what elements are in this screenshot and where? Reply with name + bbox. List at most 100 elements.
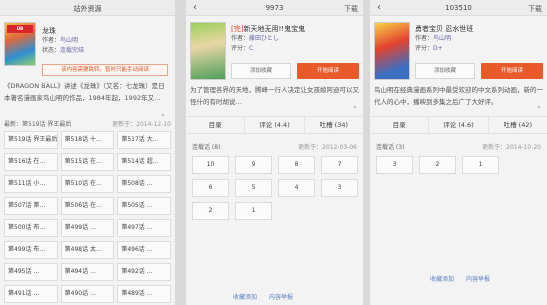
chapter-button[interactable]: 第490话 … — [60, 285, 115, 303]
chapter-button[interactable]: 第496话 … — [117, 241, 171, 259]
page-title: 9973 — [265, 4, 284, 12]
author-link[interactable]: 鸟山明 — [60, 37, 78, 44]
status-value: 连载完结 — [60, 47, 85, 54]
footer-links: 收藏添加 内容举报 — [430, 274, 500, 283]
start-reading-button[interactable]: 开始阅读 — [481, 63, 543, 79]
chapter-button[interactable]: 第507话 第… — [4, 197, 58, 215]
add-to-favorites-link[interactable]: 收藏添加 — [430, 276, 454, 283]
chapter-button[interactable]: 2 — [192, 202, 229, 220]
page-title: 站外资源 — [73, 5, 102, 13]
chevron-down-icon[interactable]: ⌄ — [352, 102, 358, 110]
chapter-button[interactable]: 7 — [321, 156, 358, 174]
chapter-button[interactable]: 3 — [321, 179, 358, 197]
rating-label: 评分： — [415, 45, 434, 52]
author-label: 作者： — [42, 37, 61, 44]
chapter-button[interactable]: 第497话 … — [117, 219, 171, 237]
footer-links: 收藏添加 内容举报 — [233, 292, 303, 301]
tab-bar: 目录 评论 (4.4) 吐槽 (34) — [186, 116, 363, 134]
add-favorite-button[interactable]: 添加收藏 — [415, 63, 475, 79]
chapter-button[interactable]: 5 — [235, 179, 272, 197]
tab-contents[interactable]: 目录 — [370, 117, 430, 133]
latest-label: 最新：第519话 界王最后 — [4, 121, 72, 128]
chapter-button[interactable]: 4 — [278, 179, 315, 197]
rating-value: C — [249, 45, 254, 52]
tab-comments[interactable]: 吐槽 (42) — [489, 117, 547, 133]
top-bar: 站外资源 — [0, 0, 175, 16]
chapter-grid: 3 2 1 — [376, 156, 542, 174]
chapter-button[interactable]: 第506话 在… — [60, 197, 115, 215]
manga-cover[interactable]: DB — [4, 22, 36, 66]
chapter-button[interactable]: 第514话 超… — [117, 153, 171, 171]
chapter-count: 连载话 (3) — [376, 144, 405, 151]
manga-title: 新天地无用!!鬼宝鬼 — [243, 25, 306, 33]
update-date: 2014-12-10 — [136, 121, 171, 128]
date-label: 更新于： — [482, 144, 507, 151]
chapter-button[interactable]: 第494话 … — [60, 263, 115, 281]
author-link[interactable]: 藤田ひとし — [249, 35, 279, 42]
chapter-button[interactable]: 第491话 … — [4, 285, 58, 303]
chapter-button[interactable]: 第518话 十… — [60, 131, 115, 149]
tab-comments[interactable]: 吐槽 (34) — [305, 117, 363, 133]
chapter-button[interactable]: 第499话 … — [60, 219, 115, 237]
author-label: 作者： — [415, 35, 434, 42]
redirect-notice: 该内容需要跳转，暂时只能手动阅读 — [42, 64, 168, 76]
report-content-link[interactable]: 内容举报 — [466, 276, 490, 283]
chapter-button[interactable]: 第510话 在… — [60, 175, 115, 193]
download-button[interactable]: 下载 — [344, 4, 358, 14]
chapter-section-header: 连载话 (8) 更新于：2012-03-06 — [192, 142, 357, 151]
chapter-button[interactable]: 第499话 布… — [4, 241, 58, 259]
download-button[interactable]: 下载 — [528, 4, 542, 14]
top-bar: ‹ 9973 下载 — [186, 0, 363, 16]
screens: 站外资源 DB 龙珠 作者：鸟山明 状态：连载完结 该内容需要跳转，暂时只能手动… — [0, 0, 547, 305]
manga-info: 龙珠 作者：鸟山明 状态：连载完结 — [42, 26, 170, 56]
chapter-button[interactable]: 第505话 … — [117, 197, 171, 215]
add-to-favorites-link[interactable]: 收藏添加 — [233, 294, 257, 301]
back-arrow-icon[interactable]: ‹ — [190, 2, 200, 14]
report-content-link[interactable]: 内容举报 — [269, 294, 293, 301]
date-label: 更新于： — [298, 144, 323, 151]
chapter-button[interactable]: 9 — [235, 156, 272, 174]
chevron-down-icon[interactable]: ⌄ — [536, 102, 542, 110]
manga-cover[interactable] — [374, 22, 410, 80]
start-reading-button[interactable]: 开始阅读 — [297, 63, 359, 79]
tab-reviews[interactable]: 评论 (4.6) — [429, 117, 489, 133]
chapter-button[interactable]: 第517话 大… — [117, 131, 171, 149]
chapter-button[interactable]: 第495话 … — [4, 263, 58, 281]
chevron-down-icon[interactable]: ⌄ — [160, 110, 166, 118]
manga-description: 《DRAGON BALL》讲述《龙珠》（又名：七龙珠）是日本著名漫画家鸟山明的作… — [4, 82, 165, 102]
chapter-button[interactable]: 3 — [376, 156, 413, 174]
author-link[interactable]: 鸟山明 — [433, 35, 451, 42]
chapter-button[interactable]: 第511话 小… — [4, 175, 58, 193]
chapter-button[interactable]: 第508话 … — [117, 175, 171, 193]
chapter-button[interactable]: 6 — [192, 179, 229, 197]
chapter-button[interactable]: 第519话 界王最后 — [4, 131, 58, 149]
chapter-button[interactable]: 第500话 布… — [4, 219, 58, 237]
manga-info: [完]新天地无用!!鬼宝鬼 作者：藤田ひとし 评分：C — [231, 24, 359, 54]
manga-description: 鸟山明在经典漫画系列中最受欢迎的中文系列动画，新的一代人的心中，播映到多集之后广… — [374, 86, 543, 106]
chapter-button[interactable]: 2 — [419, 156, 456, 174]
chapter-button[interactable]: 第489话 … — [117, 285, 171, 303]
manga-cover[interactable] — [190, 22, 226, 80]
screen-manga-detail-103510: ‹ 103510 下载 勇者宝贝 忍水世班 作者：鸟山明 评分：D+ 添加收藏 … — [370, 0, 547, 305]
rating-label: 评分： — [231, 45, 250, 52]
completed-tag: [完] — [231, 25, 244, 33]
chapter-button[interactable]: 1 — [235, 202, 272, 220]
manga-info: 勇者宝贝 忍水世班 作者：鸟山明 评分：D+ — [415, 24, 543, 54]
chapter-button[interactable]: 1 — [462, 156, 499, 174]
author-label: 作者： — [231, 35, 250, 42]
top-bar: ‹ 103510 下载 — [370, 0, 547, 16]
chapter-button[interactable]: 第515话 在… — [60, 153, 115, 171]
chapter-button[interactable]: 10 — [192, 156, 229, 174]
tab-contents[interactable]: 目录 — [186, 117, 246, 133]
chapter-button[interactable]: 8 — [278, 156, 315, 174]
manga-title: 勇者宝贝 忍水世班 — [415, 25, 474, 33]
back-arrow-icon[interactable]: ‹ — [374, 2, 384, 14]
add-favorite-button[interactable]: 添加收藏 — [231, 63, 291, 79]
chapter-button[interactable]: 第498话 太… — [60, 241, 115, 259]
chapter-button[interactable]: 第492话 … — [117, 263, 171, 281]
screen-external-resource: 站外资源 DB 龙珠 作者：鸟山明 状态：连载完结 该内容需要跳转，暂时只能手动… — [0, 0, 175, 305]
tab-reviews[interactable]: 评论 (4.4) — [245, 117, 305, 133]
cover-logo: DB — [7, 25, 33, 33]
rating-value: D+ — [433, 45, 443, 52]
chapter-button[interactable]: 第516话 在… — [4, 153, 58, 171]
